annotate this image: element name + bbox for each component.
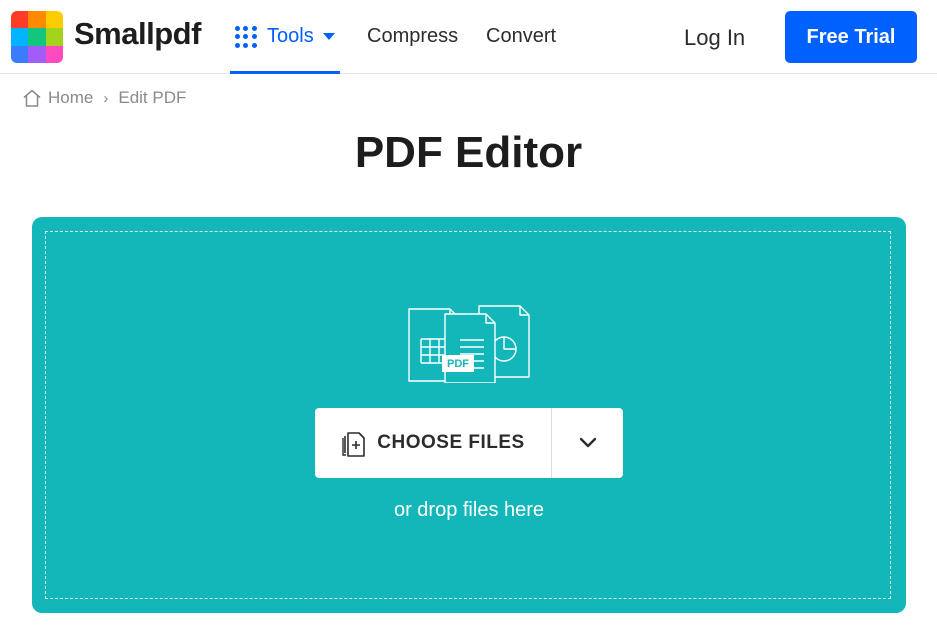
breadcrumb: Home › Edit PDF: [22, 88, 186, 108]
tools-menu-button[interactable]: Tools: [230, 0, 340, 74]
breadcrumb-separator: ›: [103, 89, 109, 107]
apps-grid-icon: [235, 26, 257, 48]
add-document-icon: [342, 432, 366, 457]
home-icon[interactable]: [22, 88, 42, 108]
nav-convert-link[interactable]: Convert: [486, 25, 556, 48]
chevron-down-icon: [579, 437, 596, 448]
brand-name[interactable]: Smallpdf: [74, 16, 201, 52]
file-drop-zone[interactable]: PDF CHOOSE FILES or drop files here: [32, 217, 906, 613]
choose-files-dropdown-toggle[interactable]: [552, 408, 623, 478]
smallpdf-logo[interactable]: [11, 11, 63, 63]
breadcrumb-current: Edit PDF: [118, 88, 187, 107]
page-title: PDF Editor: [354, 128, 583, 177]
choose-files-label: CHOOSE FILES: [377, 432, 525, 453]
document-files-icon: [408, 305, 530, 383]
tools-label: Tools: [267, 25, 314, 47]
pdf-badge: PDF: [447, 358, 469, 370]
free-trial-button[interactable]: Free Trial: [785, 11, 917, 63]
caret-down-icon: [323, 33, 335, 40]
choose-files-button-group: CHOOSE FILES: [315, 408, 623, 478]
choose-files-button[interactable]: CHOOSE FILES: [315, 408, 552, 478]
drop-files-hint: or drop files here: [393, 499, 545, 521]
breadcrumb-home-link[interactable]: Home: [48, 88, 93, 108]
nav-compress-link[interactable]: Compress: [367, 25, 458, 48]
login-link[interactable]: Log In: [684, 25, 745, 51]
top-navigation-bar: Smallpdf Tools Compress Convert Log In F…: [0, 0, 937, 74]
